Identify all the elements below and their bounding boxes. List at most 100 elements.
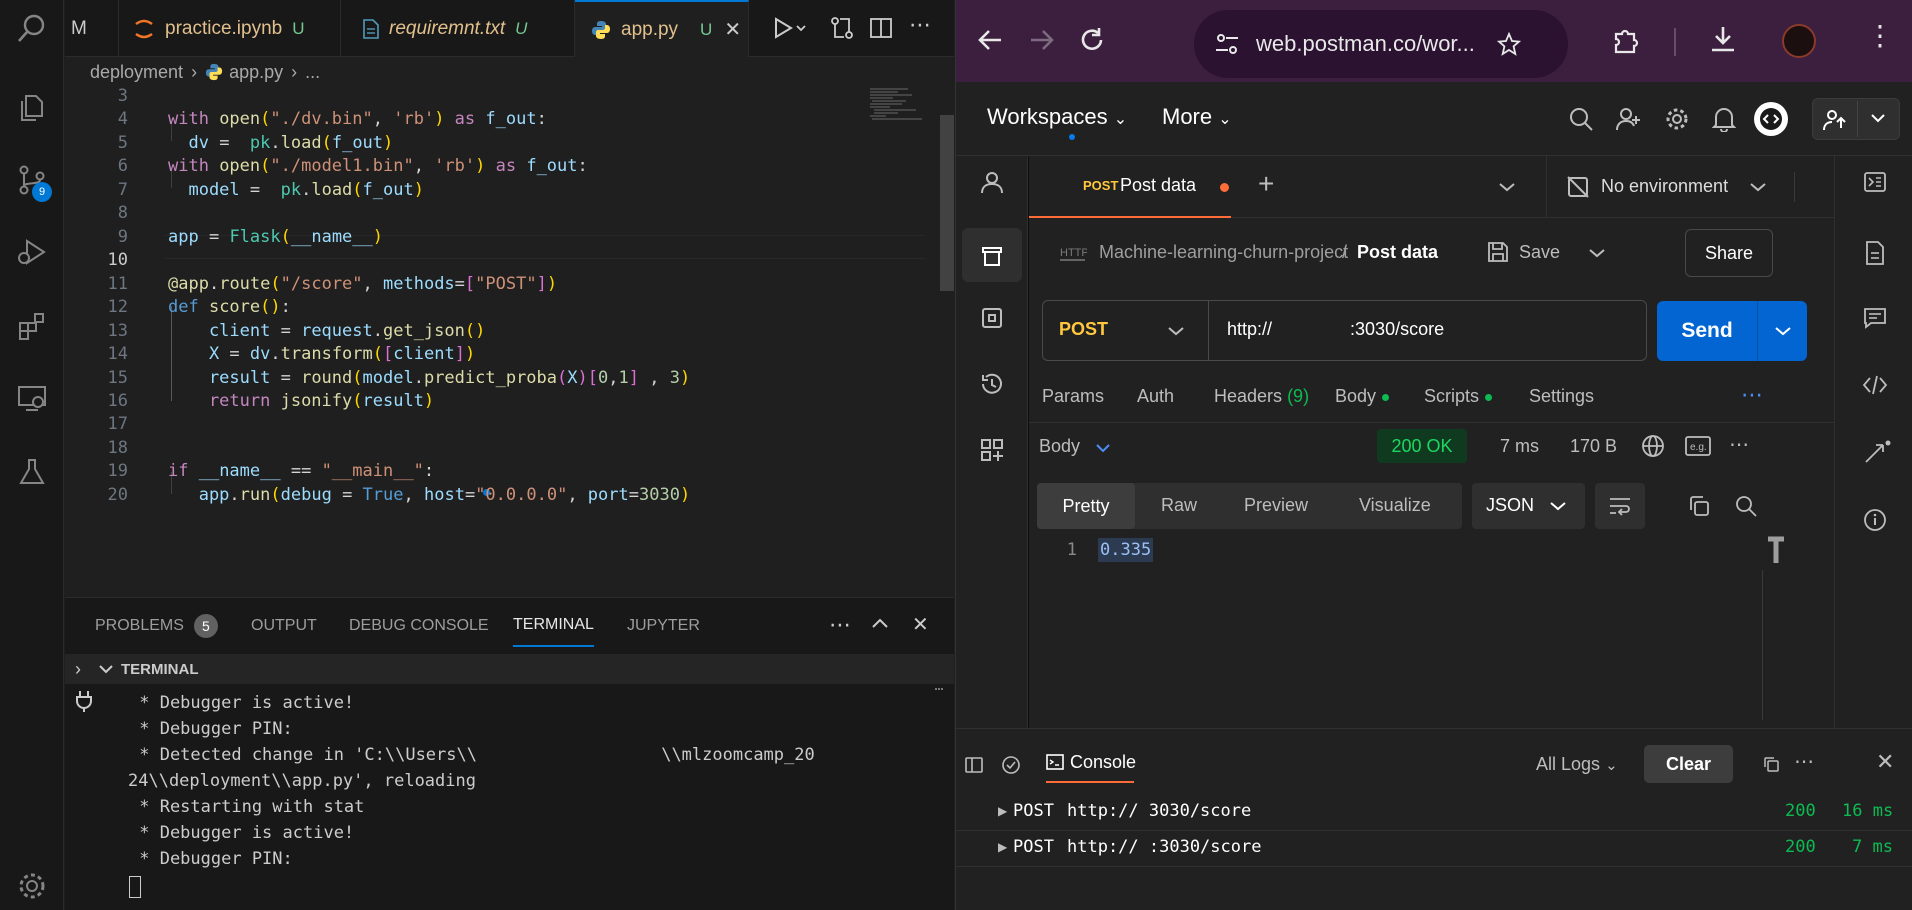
apps-grid-icon[interactable] (980, 438, 1004, 462)
response-value[interactable]: 0.335 (1098, 538, 1154, 562)
address-bar[interactable]: web.postman.co/wor... (1194, 10, 1568, 78)
log-level-filter[interactable]: All Logs ⌄ (1536, 754, 1618, 775)
send-button[interactable]: Send (1657, 301, 1757, 361)
code-editor[interactable]: 3 4 5 6 7 8 9 10 11 12 13 14 15 16 17 18… (65, 87, 954, 597)
tab-app-py[interactable]: app.py U ✕ (575, 0, 749, 57)
editor-scrollbar[interactable] (940, 115, 954, 291)
console-entry[interactable]: ▶ POST http:// :3030/score 200 7 ms (956, 831, 1912, 867)
workspaces-menu[interactable]: Workspaces ⌄ (987, 104, 1127, 130)
tab-headers[interactable]: Headers (9) (1214, 386, 1309, 407)
environment-selector[interactable]: No environment (1601, 176, 1728, 197)
tabs-dropdown-icon[interactable] (1499, 182, 1515, 192)
word-wrap-button[interactable] (1595, 483, 1645, 529)
tab-jupyter[interactable]: JUPYTER (627, 598, 700, 653)
invite-user-icon[interactable] (1616, 106, 1642, 132)
tab-debug-console[interactable]: DEBUG CONSOLE (349, 598, 489, 653)
extensions-puzzle-icon[interactable] (1610, 24, 1642, 56)
format-selector[interactable]: JSON (1472, 483, 1585, 529)
comments-icon[interactable] (1863, 306, 1887, 330)
breadcrumb-file[interactable]: app.py (229, 62, 283, 83)
settings-gear-icon[interactable] (12, 866, 52, 906)
url-input[interactable]: http://:3030/score (1227, 319, 1444, 340)
tab-output[interactable]: OUTPUT (251, 598, 317, 653)
view-preview[interactable]: Preview (1244, 495, 1308, 516)
split-editor-icon[interactable] (869, 16, 893, 40)
tab-auth[interactable]: Auth (1137, 386, 1174, 407)
close-tab-icon[interactable]: ✕ (724, 17, 741, 42)
network-globe-icon[interactable] (1641, 434, 1665, 458)
view-raw[interactable]: Raw (1161, 495, 1197, 516)
terminal-section-header[interactable]: › TERMINAL (65, 654, 954, 684)
run-python-file-icon[interactable] (773, 16, 809, 40)
close-console-icon[interactable]: ✕ (1876, 749, 1894, 775)
chevron-right-icon[interactable]: › (75, 659, 81, 680)
compare-changes-icon[interactable] (829, 15, 855, 41)
close-panel-icon[interactable]: ✕ (912, 612, 929, 637)
tab-requiremnt-txt[interactable]: requiremnt.txt U (341, 0, 575, 57)
testing-flask-icon[interactable] (12, 452, 52, 492)
console-more-icon[interactable]: ⋯ (1794, 749, 1814, 774)
search-icon[interactable] (1568, 106, 1594, 132)
tab-truncated[interactable]: M (65, 0, 119, 57)
find-check-icon[interactable] (1001, 755, 1021, 775)
history-icon[interactable] (980, 372, 1004, 396)
breadcrumb-more[interactable]: ... (305, 62, 320, 83)
settings-gear-icon[interactable] (1664, 106, 1690, 132)
search-response-icon[interactable] (1734, 494, 1758, 518)
response-time[interactable]: 7 ms (1500, 436, 1539, 457)
share-button[interactable]: Share (1685, 229, 1773, 277)
copy-icon[interactable] (1687, 494, 1711, 518)
tab-practice-ipynb[interactable]: practice.ipynb U (119, 0, 341, 57)
response-more-icon[interactable]: ⋯ (1729, 432, 1749, 457)
upgrade-button[interactable] (1812, 98, 1900, 140)
tab-scripts[interactable]: Scripts (1424, 386, 1493, 407)
console-entry[interactable]: ▶ POST http:// 3030/score 200 16 ms (956, 795, 1912, 831)
view-pretty[interactable]: Pretty (1037, 483, 1135, 529)
response-scrollbar-track[interactable] (1762, 570, 1763, 720)
site-info-icon[interactable] (1214, 31, 1240, 57)
console-tab[interactable]: Console (1046, 743, 1136, 783)
tab-params[interactable]: Params (1042, 386, 1104, 407)
more-menu[interactable]: More ⌄ (1162, 104, 1232, 130)
panel-more-icon[interactable]: ⋯ (829, 612, 851, 638)
reload-icon[interactable] (1078, 26, 1106, 54)
related-collections-icon[interactable] (1863, 440, 1891, 466)
tab-terminal[interactable]: TERMINAL (513, 604, 594, 647)
bookmark-star-icon[interactable] (1496, 32, 1521, 56)
profile-avatar[interactable] (1782, 24, 1816, 58)
tab-problems[interactable]: PROBLEMS 5 (95, 598, 218, 653)
user-avatar-icon[interactable] (1754, 102, 1788, 136)
view-visualize[interactable]: Visualize (1359, 495, 1431, 516)
minimap[interactable] (868, 87, 940, 127)
code-snippet-icon[interactable] (1862, 374, 1888, 396)
extensions-icon[interactable] (12, 306, 52, 346)
browser-menu-icon[interactable]: ⋮ (1866, 22, 1894, 50)
response-status-badge[interactable]: 200 OK (1377, 429, 1467, 463)
send-dropdown-icon[interactable] (1775, 326, 1791, 336)
user-profile-icon[interactable] (980, 170, 1004, 194)
search-icon[interactable] (12, 8, 52, 48)
remote-explorer-icon[interactable] (12, 378, 52, 418)
clear-button[interactable]: Clear (1644, 745, 1733, 783)
toggle-sidebar-icon[interactable] (1863, 170, 1887, 194)
info-icon[interactable] (1863, 508, 1887, 532)
breadcrumb-request[interactable]: Post data (1357, 242, 1438, 263)
toggle-sidebar-icon[interactable] (964, 755, 984, 775)
more-tabs-icon[interactable]: ⋯ (1741, 382, 1763, 408)
explorer-icon[interactable] (12, 88, 52, 128)
response-size[interactable]: 170 B (1570, 436, 1617, 457)
forward-icon[interactable] (1028, 26, 1056, 54)
method-dropdown-icon[interactable] (1168, 326, 1184, 336)
method-selector[interactable]: POST (1059, 319, 1108, 340)
more-actions-icon[interactable]: ⋯ (909, 12, 931, 38)
notifications-bell-icon[interactable] (1712, 106, 1736, 132)
run-debug-icon[interactable] (12, 232, 52, 272)
tab-settings[interactable]: Settings (1529, 386, 1594, 407)
back-icon[interactable] (976, 26, 1004, 54)
plug-icon[interactable] (75, 690, 93, 712)
save-button[interactable]: Save (1519, 242, 1560, 263)
tab-body[interactable]: Body (1335, 386, 1390, 407)
breadcrumb-collection[interactable]: Machine-learning-churn-project (1099, 242, 1348, 263)
save-example-icon[interactable]: e.g. (1685, 436, 1711, 456)
new-tab-plus-icon[interactable]: + (1258, 170, 1274, 198)
